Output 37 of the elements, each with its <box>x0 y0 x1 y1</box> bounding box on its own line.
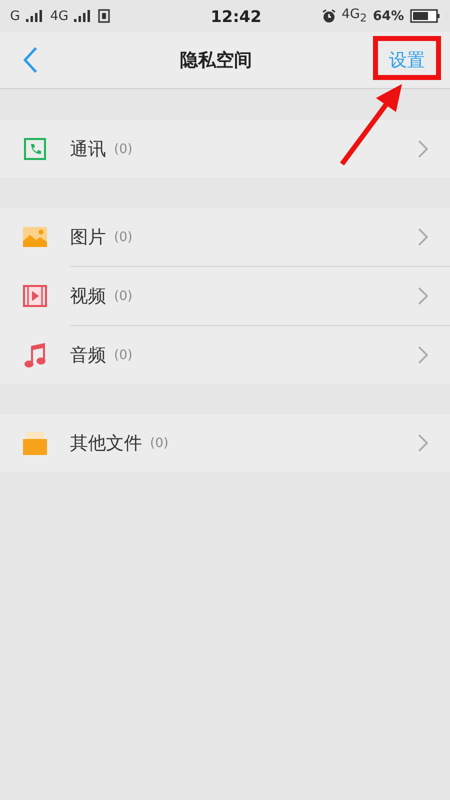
chevron-icon <box>418 287 428 305</box>
item-count: (0) <box>114 348 134 362</box>
image-icon <box>23 227 47 247</box>
item-count: (0) <box>114 142 134 156</box>
sim-icon <box>98 9 110 23</box>
item-count: (0) <box>114 288 134 304</box>
chevron-icon <box>418 434 428 452</box>
list-item[interactable]: 图片 (0) <box>0 208 450 266</box>
chevron-icon <box>418 140 428 158</box>
video-icon <box>23 285 47 307</box>
list-item[interactable]: 其他文件 (0) <box>0 414 450 472</box>
chevron-icon <box>418 228 428 246</box>
item-label: 视频 <box>70 285 106 308</box>
battery-percent: 64% <box>372 8 404 24</box>
highlight-frame <box>373 36 441 80</box>
item-count: (0) <box>114 230 134 244</box>
item-label: 其他文件 <box>70 432 142 455</box>
battery-icon <box>410 9 440 23</box>
signal-icon <box>74 10 92 22</box>
network-type: 4G$_{2}$ <box>342 7 367 25</box>
list-item[interactable]: 通讯 (0) <box>0 120 450 178</box>
signal-icon <box>26 10 44 22</box>
list-item[interactable]: 视频 (0) <box>0 267 450 325</box>
folder-icon <box>23 431 47 455</box>
item-count: (0) <box>150 436 170 450</box>
music-note-icon <box>23 342 47 368</box>
network-type: G <box>10 8 20 24</box>
alarm-icon <box>322 9 336 23</box>
phone-icon <box>23 138 47 160</box>
network-type: 4G <box>50 8 68 24</box>
list-item[interactable]: 音频 (0) <box>0 326 450 384</box>
item-label: 图片 <box>70 226 106 249</box>
clock-time: 12:42 <box>210 6 262 26</box>
item-label: 音频 <box>70 344 106 367</box>
item-label: 通讯 <box>70 138 106 161</box>
page-title: 隐私空间 <box>179 49 253 72</box>
chevron-icon <box>418 346 428 364</box>
